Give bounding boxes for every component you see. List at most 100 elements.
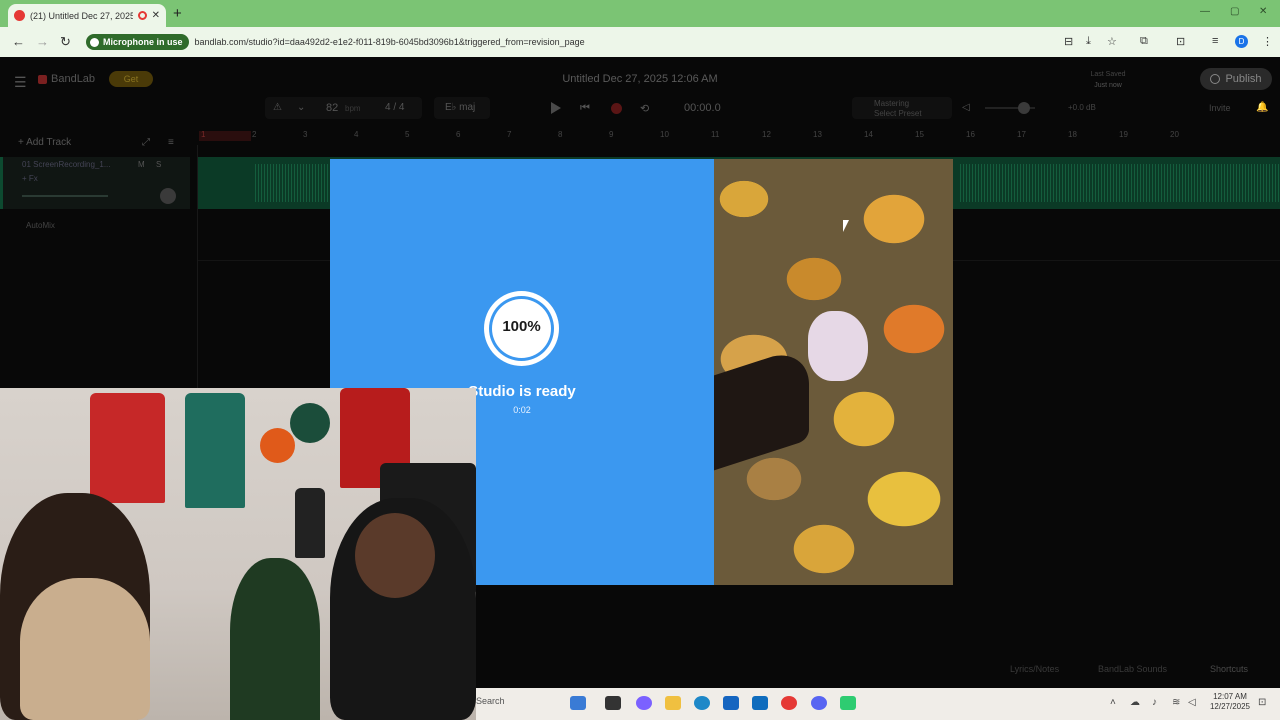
microphone-tray-icon[interactable]: ♪ bbox=[1152, 697, 1157, 708]
project-title[interactable]: Untitled Dec 27, 2025 12:06 AM bbox=[500, 73, 780, 85]
tuner-icon[interactable]: ⤢ bbox=[142, 137, 150, 148]
mute-button[interactable]: M bbox=[138, 160, 145, 169]
url-text[interactable]: bandlab.com/studio?id=daa492d2-e1e2-f011… bbox=[195, 37, 585, 47]
hand-image bbox=[808, 311, 868, 381]
notification-icon[interactable]: ⊡ bbox=[1258, 697, 1266, 708]
cast-icon[interactable]: ⊡ bbox=[1176, 35, 1185, 48]
browser-tab[interactable]: (21) Untitled Dec 27, 2025 ✕ bbox=[8, 4, 166, 27]
logo-text: BandLab bbox=[51, 73, 96, 85]
omnibox[interactable]: Microphone in use bandlab.com/studio?id=… bbox=[84, 31, 1084, 53]
forward-button[interactable]: → bbox=[36, 34, 49, 49]
key-value[interactable]: E♭ maj bbox=[445, 102, 475, 113]
add-track-label: Add Track bbox=[26, 137, 72, 148]
ruler-tick: 18 bbox=[1068, 130, 1077, 139]
track-pan-knob[interactable] bbox=[160, 188, 176, 204]
wifi-icon[interactable]: ≋ bbox=[1172, 697, 1180, 708]
shortcuts-button[interactable]: Shortcuts bbox=[1210, 664, 1248, 674]
microphone-icon bbox=[90, 37, 99, 47]
person-right-face-image bbox=[355, 513, 435, 598]
ruler-tick: 8 bbox=[558, 130, 563, 139]
master-volume-knob[interactable] bbox=[1018, 102, 1030, 114]
bookmark-star-icon[interactable]: ☆ bbox=[1107, 35, 1117, 48]
menu-icon[interactable]: ☰ bbox=[14, 74, 27, 91]
app-icon[interactable] bbox=[840, 696, 856, 710]
loop-icon[interactable]: ⟲ bbox=[640, 102, 649, 115]
media-control-icon[interactable]: ≡ bbox=[1212, 35, 1218, 47]
profile-avatar[interactable]: D bbox=[1235, 35, 1248, 48]
install-app-icon[interactable]: ⤓ bbox=[1086, 35, 1091, 48]
chrome-icon[interactable] bbox=[781, 696, 797, 710]
record-button[interactable] bbox=[611, 103, 622, 114]
outlook-icon[interactable] bbox=[752, 696, 768, 710]
widgets-icon[interactable] bbox=[570, 696, 586, 710]
store-icon[interactable] bbox=[723, 696, 739, 710]
ruler-tick: 2 bbox=[252, 130, 257, 139]
publish-label: Publish bbox=[1225, 73, 1262, 85]
windows-taskbar bbox=[476, 688, 1280, 720]
add-track-button[interactable]: + Add Track bbox=[18, 137, 71, 148]
solo-button[interactable]: S bbox=[156, 160, 161, 169]
track-name[interactable]: 01 ScreenRecording_1... bbox=[22, 160, 111, 169]
volume-icon[interactable]: ◁ bbox=[1188, 697, 1196, 708]
saved-label: Last Saved bbox=[1090, 71, 1126, 78]
ruler-tick: 17 bbox=[1017, 130, 1026, 139]
reading-mode-icon[interactable]: ⊟ bbox=[1064, 35, 1073, 48]
tempo-value[interactable]: 82 bbox=[326, 102, 338, 114]
bandlab-logo[interactable]: BandLab bbox=[38, 73, 95, 85]
ruler-tick: 12 bbox=[762, 130, 771, 139]
mic-chip-label: Microphone in use bbox=[103, 37, 183, 47]
ruler-tick: 11 bbox=[711, 130, 720, 139]
back-button[interactable]: ← bbox=[12, 34, 25, 49]
close-window-button[interactable]: ✕ bbox=[1259, 6, 1267, 17]
mouse-cursor-icon bbox=[843, 220, 849, 232]
tab-close-icon[interactable]: ✕ bbox=[152, 10, 160, 21]
notification-bell-icon[interactable]: 🔔 bbox=[1256, 102, 1268, 113]
mastering-select[interactable]: Mastering Select Preset bbox=[852, 97, 952, 119]
tray-chevron-icon[interactable]: ˄ bbox=[1110, 697, 1116, 708]
copilot-icon[interactable] bbox=[636, 696, 652, 710]
saved-value: Just now bbox=[1094, 82, 1122, 89]
track-volume-slider[interactable] bbox=[22, 195, 108, 197]
mastering-label: Mastering bbox=[874, 99, 910, 108]
waveform bbox=[960, 164, 1280, 202]
webcam-overlay bbox=[0, 388, 476, 720]
speaker-icon[interactable]: ◁ bbox=[962, 102, 970, 113]
track-settings-icon[interactable]: ≡ bbox=[168, 137, 174, 148]
taskbar-search[interactable]: Search bbox=[476, 696, 505, 706]
publish-button[interactable]: Publish bbox=[1200, 68, 1272, 90]
microphone-in-use-chip[interactable]: Microphone in use bbox=[86, 34, 189, 50]
metronome-icon[interactable]: ⚠ bbox=[273, 102, 282, 113]
minimize-button[interactable]: — bbox=[1200, 6, 1210, 17]
chevron-down-icon[interactable]: ⌄ bbox=[297, 102, 305, 113]
file-explorer-icon[interactable] bbox=[665, 696, 681, 710]
get-membership-button[interactable]: Get bbox=[109, 71, 153, 87]
time-signature[interactable]: 4 / 4 bbox=[385, 102, 404, 113]
ruler-tick: 13 bbox=[813, 130, 822, 139]
discord-icon[interactable] bbox=[811, 696, 827, 710]
cloud-icon[interactable]: ☁ bbox=[1130, 697, 1140, 708]
ruler-tick: 7 bbox=[507, 130, 512, 139]
maximize-button[interactable]: ▢ bbox=[1230, 6, 1239, 17]
bandlab-sounds-button[interactable]: BandLab Sounds bbox=[1098, 664, 1167, 674]
extensions-icon[interactable]: ⧉ bbox=[1140, 35, 1148, 48]
invite-button[interactable]: Invite bbox=[1209, 103, 1231, 113]
task-view-icon[interactable] bbox=[605, 696, 621, 710]
ruler-tick: 3 bbox=[303, 130, 308, 139]
green-jersey-image bbox=[185, 393, 245, 508]
ruler-tick: 5 bbox=[405, 130, 410, 139]
browser-menu-icon[interactable]: ⋮ bbox=[1262, 35, 1273, 48]
lyrics-notes-button[interactable]: Lyrics/Notes bbox=[1010, 664, 1059, 674]
edge-icon[interactable] bbox=[694, 696, 710, 710]
ruler-tick: 10 bbox=[660, 130, 669, 139]
taskbar-clock[interactable]: 12:07 AM 12/27/2025 bbox=[1206, 692, 1254, 712]
reload-button[interactable]: ↻ bbox=[60, 34, 71, 50]
skip-back-icon[interactable]: ⏮ bbox=[580, 102, 590, 115]
red-jersey-image bbox=[90, 393, 165, 503]
new-tab-button[interactable]: + bbox=[173, 5, 182, 22]
automix-toggle[interactable]: AutoMix bbox=[26, 221, 55, 230]
track-fx-button[interactable]: + Fx bbox=[22, 174, 38, 183]
save-status: Last Saved Just now bbox=[1080, 69, 1136, 91]
play-icon[interactable] bbox=[551, 102, 561, 114]
timeline-ruler[interactable]: 1 2 3 4 5 6 7 8 9 10 11 12 13 14 15 16 17 18 19 20 bbox=[197, 130, 1227, 144]
bandlab-favicon-icon bbox=[14, 10, 25, 21]
